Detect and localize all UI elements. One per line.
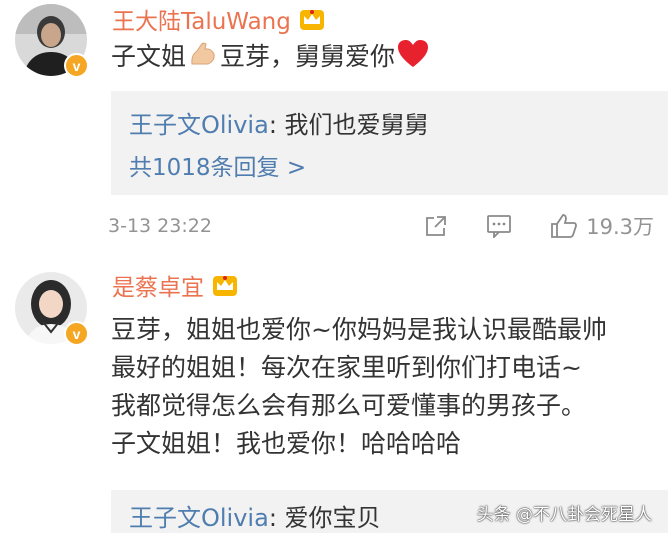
username-text[interactable]: 是蔡卓宜 xyxy=(112,268,204,302)
comment-username[interactable]: 王大陆TaluWang xyxy=(112,2,325,36)
crown-badge-icon xyxy=(213,276,237,296)
reply-separator: : xyxy=(268,111,285,139)
heart-emoji-icon xyxy=(398,40,429,67)
reply-text: 我们也爱舅舅 xyxy=(284,111,429,139)
comment-username[interactable]: 是蔡卓宜 xyxy=(112,268,238,302)
comment-text-line: 子文姐姐！我也爱你！哈哈哈哈 xyxy=(111,429,462,458)
comment-item: v 是蔡卓宜 豆芽，姐姐也爱你~你妈妈是我认识最酷最帅 最好的姐姐！每次在家里听… xyxy=(0,262,668,533)
like-icon xyxy=(551,214,578,238)
username-text[interactable]: 王大陆TaluWang xyxy=(112,2,291,36)
muscle-emoji-icon xyxy=(191,42,215,65)
reply-text: 爱你宝贝 xyxy=(284,504,381,532)
avatar-wrap[interactable]: v xyxy=(15,4,89,78)
reply-username[interactable]: 王子文Olivia xyxy=(129,111,269,139)
comment-time: 3-13 23:22 xyxy=(108,215,212,237)
reply-line: 王子文Olivia: 我们也爱舅舅 xyxy=(129,105,650,140)
comment-icon xyxy=(487,215,512,238)
more-replies-link[interactable]: 共1018条回复 > xyxy=(129,148,650,182)
comment-text-part: 子文姐 xyxy=(111,42,187,71)
share-icon xyxy=(426,216,447,236)
comment-text-line: 最好的姐姐！每次在家里听到你们打电话~ xyxy=(111,353,582,382)
verified-badge-icon: v xyxy=(64,321,89,346)
reply-username[interactable]: 王子文Olivia xyxy=(129,504,269,532)
watermark: 头条 @不八卦会死星人 xyxy=(476,505,652,525)
action-icons: 19.3万 xyxy=(386,211,654,241)
like-count: 19.3万 xyxy=(586,215,654,239)
like-button[interactable]: 19.3万 xyxy=(550,211,654,241)
comment-text-line: 我都觉得怎么会有那么可爱懂事的男孩子。 xyxy=(111,391,587,420)
comment-text: 豆芽，姐姐也爱你~你妈妈是我认识最酷最帅 最好的姐姐！每次在家里听到你们打电话~… xyxy=(111,311,648,463)
comment-actions: 3-13 23:22 19.3万 xyxy=(108,206,654,246)
comment-text-part: 豆芽，舅舅爱你 xyxy=(220,42,396,71)
comment-text: 子文姐 豆芽，舅舅爱你 xyxy=(111,38,648,75)
avatar-wrap[interactable]: v xyxy=(15,272,89,346)
comment-text-line: 豆芽，姐姐也爱你~你妈妈是我认识最酷最帅 xyxy=(111,315,607,344)
crown-badge-icon xyxy=(299,10,324,30)
comment-item: v 王大陆TaluWang 子文姐 豆芽，舅舅爱你 王子文Olivia: 我们也… xyxy=(0,0,668,258)
reply-box[interactable]: 王子文Olivia: 我们也爱舅舅 共1018条回复 > xyxy=(111,91,668,195)
share-button[interactable] xyxy=(424,214,448,238)
verified-badge-icon: v xyxy=(64,53,89,78)
reply-separator: : xyxy=(268,504,285,532)
comment-button[interactable] xyxy=(486,214,512,238)
